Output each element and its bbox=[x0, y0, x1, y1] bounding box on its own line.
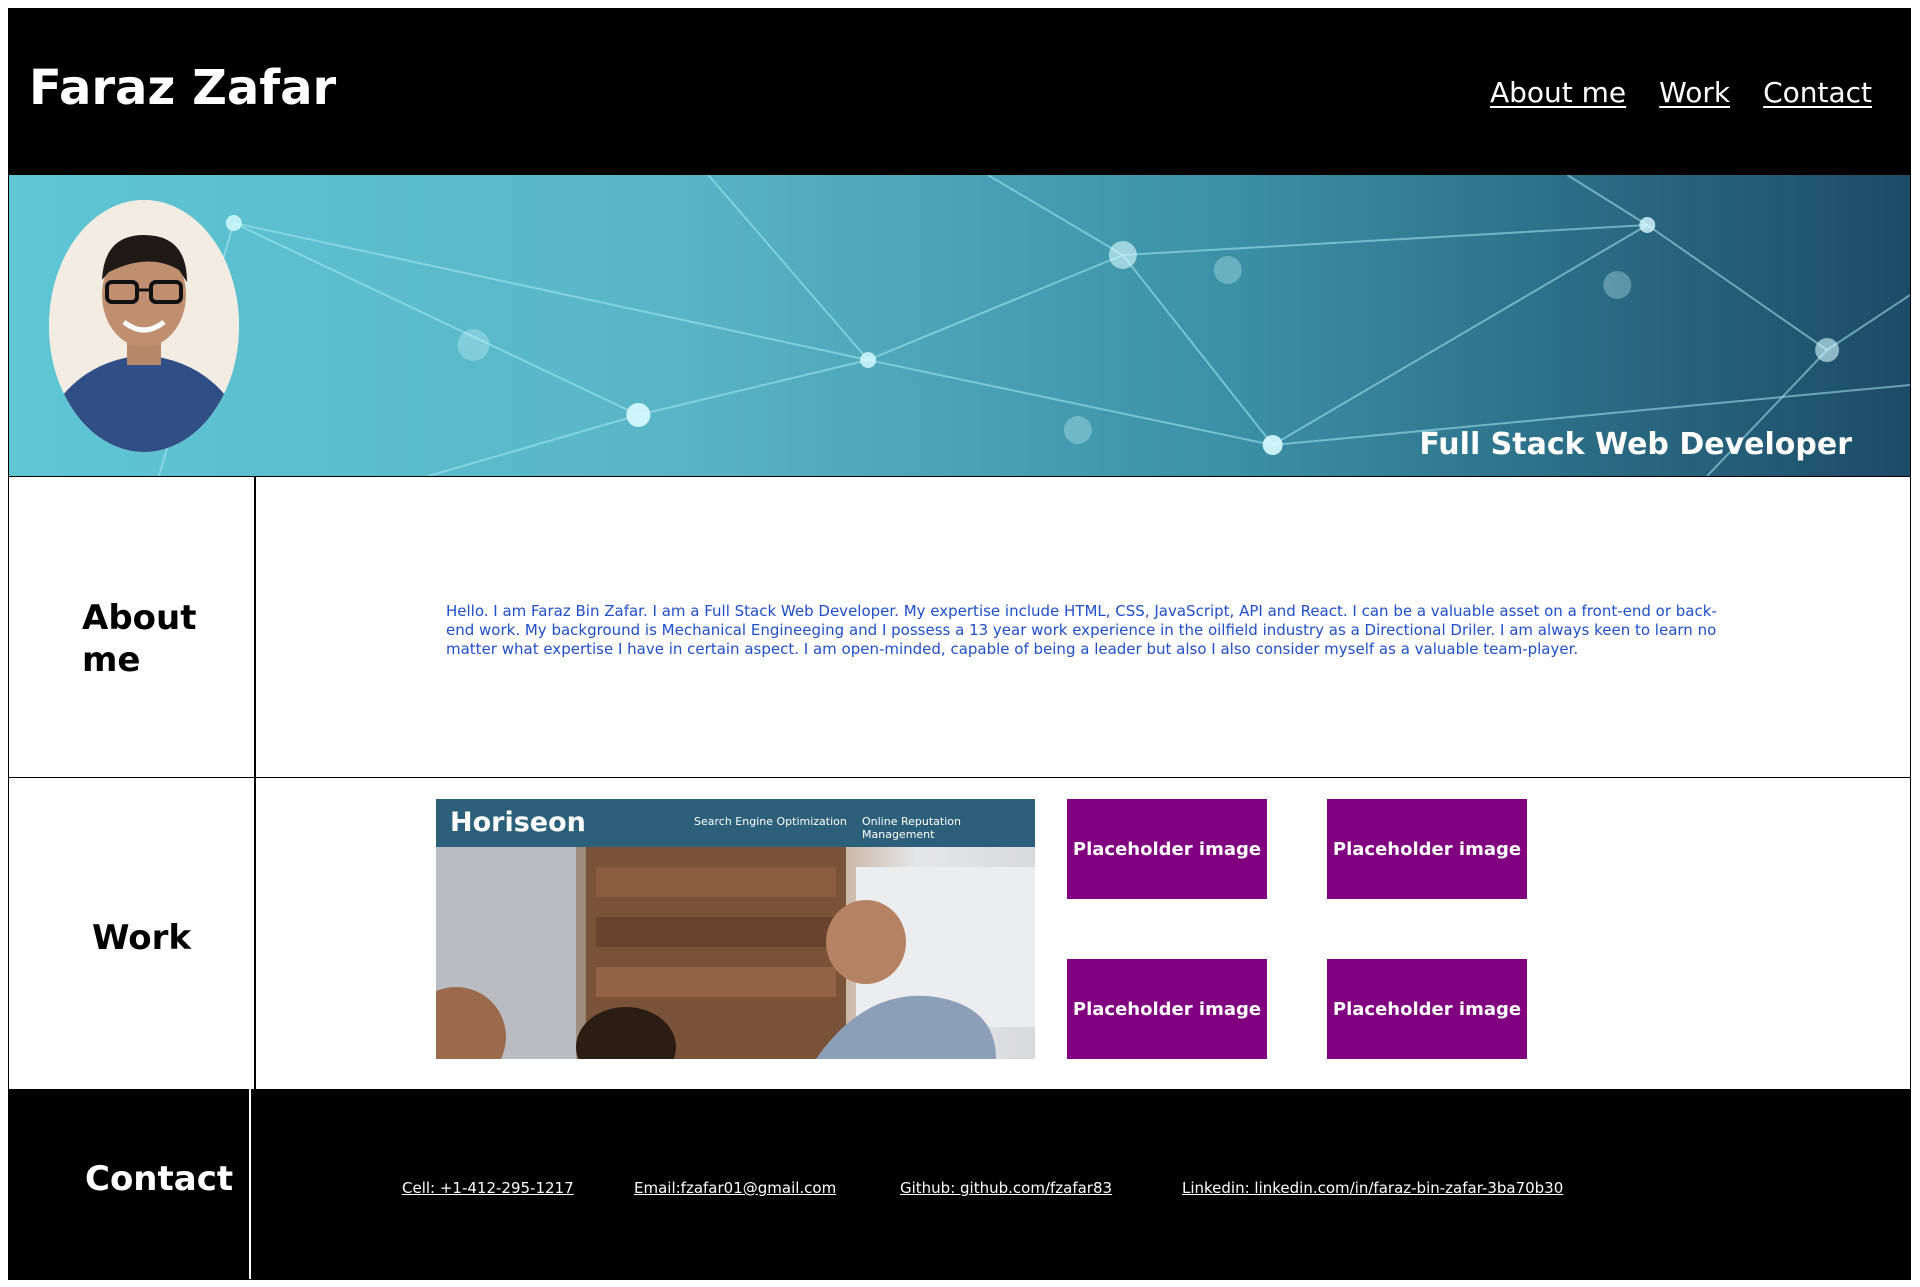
hero-banner: Full Stack Web Developer bbox=[9, 175, 1910, 476]
contact-heading: Contact bbox=[85, 1159, 234, 1199]
project-photo bbox=[436, 847, 1035, 1059]
nav-link-contact[interactable]: Contact bbox=[1763, 79, 1872, 107]
contact-section: Contact Cell: +1-412-295-1217 Email:fzaf… bbox=[9, 1089, 1910, 1279]
project-brand: Horiseon bbox=[450, 807, 586, 838]
contact-link-linkedin[interactable]: Linkedin: linkedin.com/in/faraz-bin-zafa… bbox=[1182, 1179, 1563, 1197]
hero-tagline: Full Stack Web Developer bbox=[1419, 427, 1852, 462]
nav-link-work[interactable]: Work bbox=[1659, 79, 1730, 107]
placeholder-image-4[interactable]: Placeholder image bbox=[1327, 959, 1527, 1059]
site-header: Faraz Zafar About me Work Contact bbox=[9, 9, 1910, 175]
work-heading: Work bbox=[92, 918, 192, 958]
project-photo-art bbox=[436, 847, 1035, 1059]
project-nav-link-orm: Online Reputation Management bbox=[862, 815, 961, 841]
featured-project-horiseon[interactable]: Horiseon Search Engine Optimization Onli… bbox=[436, 799, 1035, 1059]
about-section: About me Hello. I am Faraz Bin Zafar. I … bbox=[9, 476, 1910, 778]
placeholder-image-3[interactable]: Placeholder image bbox=[1067, 959, 1267, 1059]
project-header-bar: Horiseon Search Engine Optimization Onli… bbox=[436, 799, 1035, 847]
profile-avatar bbox=[49, 200, 239, 452]
page-frame: Faraz Zafar About me Work Contact Full S… bbox=[8, 8, 1911, 1280]
main-nav: About me Work Contact bbox=[1490, 79, 1872, 107]
project-nav-link-seo: Search Engine Optimization bbox=[694, 815, 847, 828]
contact-link-github[interactable]: Github: github.com/fzafar83 bbox=[900, 1179, 1112, 1197]
contact-link-email[interactable]: Email:fzafar01@gmail.com bbox=[634, 1179, 836, 1197]
placeholder-image-1[interactable]: Placeholder image bbox=[1067, 799, 1267, 899]
nav-link-about[interactable]: About me bbox=[1490, 79, 1626, 107]
about-text: Hello. I am Faraz Bin Zafar. I am a Full… bbox=[446, 602, 1717, 658]
site-title: Faraz Zafar bbox=[29, 60, 337, 116]
work-label-column: Work bbox=[9, 778, 256, 1089]
placeholder-image-2[interactable]: Placeholder image bbox=[1327, 799, 1527, 899]
about-label-column: About me bbox=[9, 477, 256, 777]
contact-link-cell[interactable]: Cell: +1-412-295-1217 bbox=[402, 1179, 574, 1197]
contact-label-column: Contact bbox=[9, 1089, 251, 1279]
about-heading: About me bbox=[82, 598, 197, 680]
work-section: Work Horiseon Search Engine Optimization… bbox=[9, 778, 1910, 1089]
profile-photo bbox=[49, 200, 239, 452]
